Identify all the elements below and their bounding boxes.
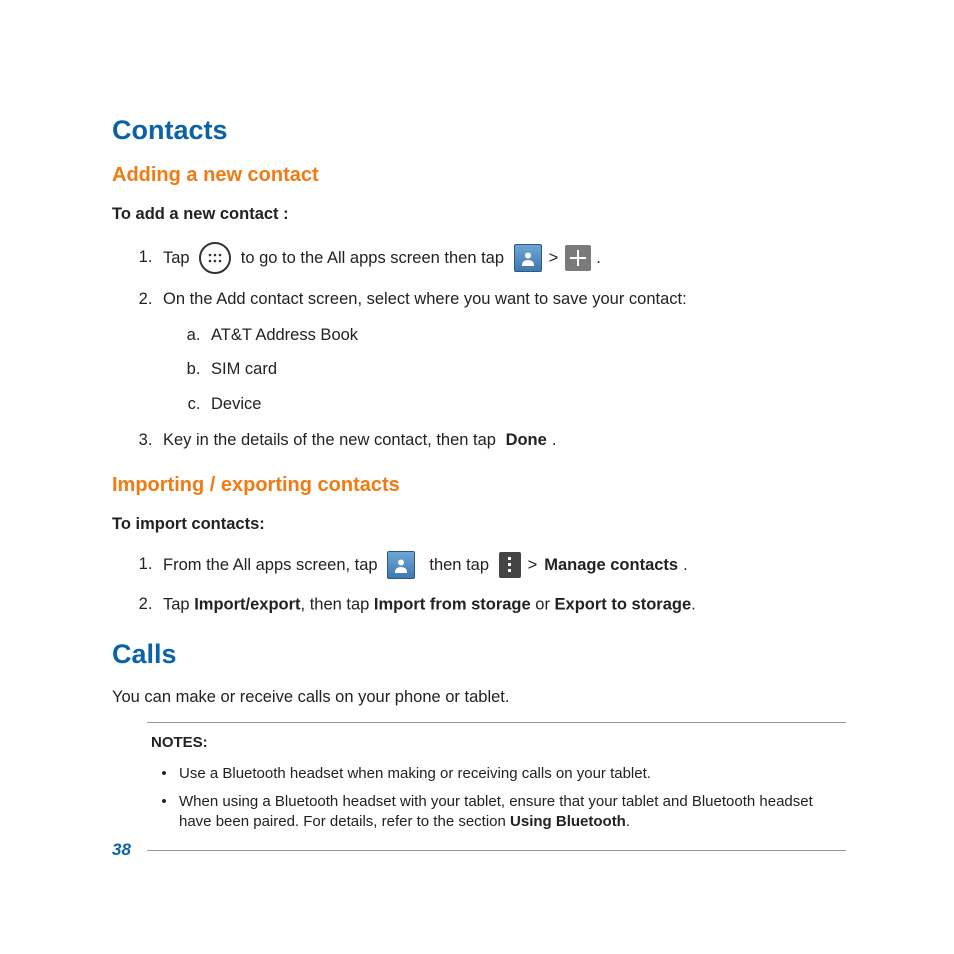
notes-box: NOTES: Use a Bluetooth headset when maki… xyxy=(147,722,846,851)
subsection-title-adding: Adding a new contact xyxy=(112,162,846,189)
note-1: Use a Bluetooth headset when making or r… xyxy=(175,764,842,784)
imp2-b3: Export to storage xyxy=(555,595,692,613)
page-number: 38 xyxy=(112,840,131,860)
imp1-manage: Manage contacts xyxy=(544,554,678,576)
step1-text-c: . xyxy=(596,247,601,269)
calls-body: You can make or receive calls on your ph… xyxy=(112,686,846,708)
note2-b: . xyxy=(626,813,630,830)
imp2-b: , then tap xyxy=(301,595,374,613)
breadcrumb-separator: > xyxy=(526,554,540,576)
note-2: When using a Bluetooth headset with your… xyxy=(175,792,842,833)
notes-list: Use a Bluetooth headset when making or r… xyxy=(151,764,842,833)
overflow-menu-icon xyxy=(499,552,521,578)
imp2-c: or xyxy=(531,595,555,613)
step1-text-a: Tap xyxy=(163,247,194,269)
imp2-b2: Import from storage xyxy=(374,595,531,613)
all-apps-icon xyxy=(199,242,231,274)
note2-a: When using a Bluetooth headset with your… xyxy=(179,793,813,830)
step3-done: Done xyxy=(506,429,547,451)
step2-text: On the Add contact screen, select where … xyxy=(163,290,687,308)
imp1-text-a: From the All apps screen, tap xyxy=(163,554,382,576)
option-sim: SIM card xyxy=(205,358,846,380)
add-icon xyxy=(565,245,591,271)
steps-add-contact: Tap to go to the All apps screen then ta… xyxy=(112,242,846,452)
imp1-text-c: . xyxy=(683,554,688,576)
lead-add-contact: To add a new contact : xyxy=(112,203,846,225)
breadcrumb-separator: > xyxy=(547,247,561,269)
section-title-calls: Calls xyxy=(112,636,846,672)
import-step-2: Tap Import/export, then tap Import from … xyxy=(157,593,846,616)
steps-import-contacts: From the All apps screen, tap then tap >… xyxy=(112,551,846,616)
step3-text-a: Key in the details of the new contact, t… xyxy=(163,429,501,451)
imp2-d: . xyxy=(691,595,696,613)
option-device: Device xyxy=(205,393,846,415)
import-step-1: From the All apps screen, tap then tap >… xyxy=(157,551,846,579)
contacts-app-icon xyxy=(514,244,542,272)
step-3: Key in the details of the new contact, t… xyxy=(157,429,846,452)
step2-options: AT&T Address Book SIM card Device xyxy=(163,324,846,415)
step-2: On the Add contact screen, select where … xyxy=(157,288,846,415)
section-title-contacts: Contacts xyxy=(112,112,846,148)
contacts-app-icon xyxy=(387,551,415,579)
step3-text-b: . xyxy=(552,429,557,451)
option-att: AT&T Address Book xyxy=(205,324,846,346)
subsection-title-importing: Importing / exporting contacts xyxy=(112,472,846,499)
imp2-a: Tap xyxy=(163,595,194,613)
manual-page: Contacts Adding a new contact To add a n… xyxy=(0,0,954,851)
step-1: Tap to go to the All apps screen then ta… xyxy=(157,242,846,274)
imp2-b1: Import/export xyxy=(194,595,300,613)
imp1-text-b: then tap xyxy=(420,554,493,576)
note2-bold: Using Bluetooth xyxy=(510,813,626,830)
lead-import-contacts: To import contacts: xyxy=(112,513,846,535)
step1-text-b: to go to the All apps screen then tap xyxy=(236,247,508,269)
notes-label: NOTES: xyxy=(151,733,842,753)
